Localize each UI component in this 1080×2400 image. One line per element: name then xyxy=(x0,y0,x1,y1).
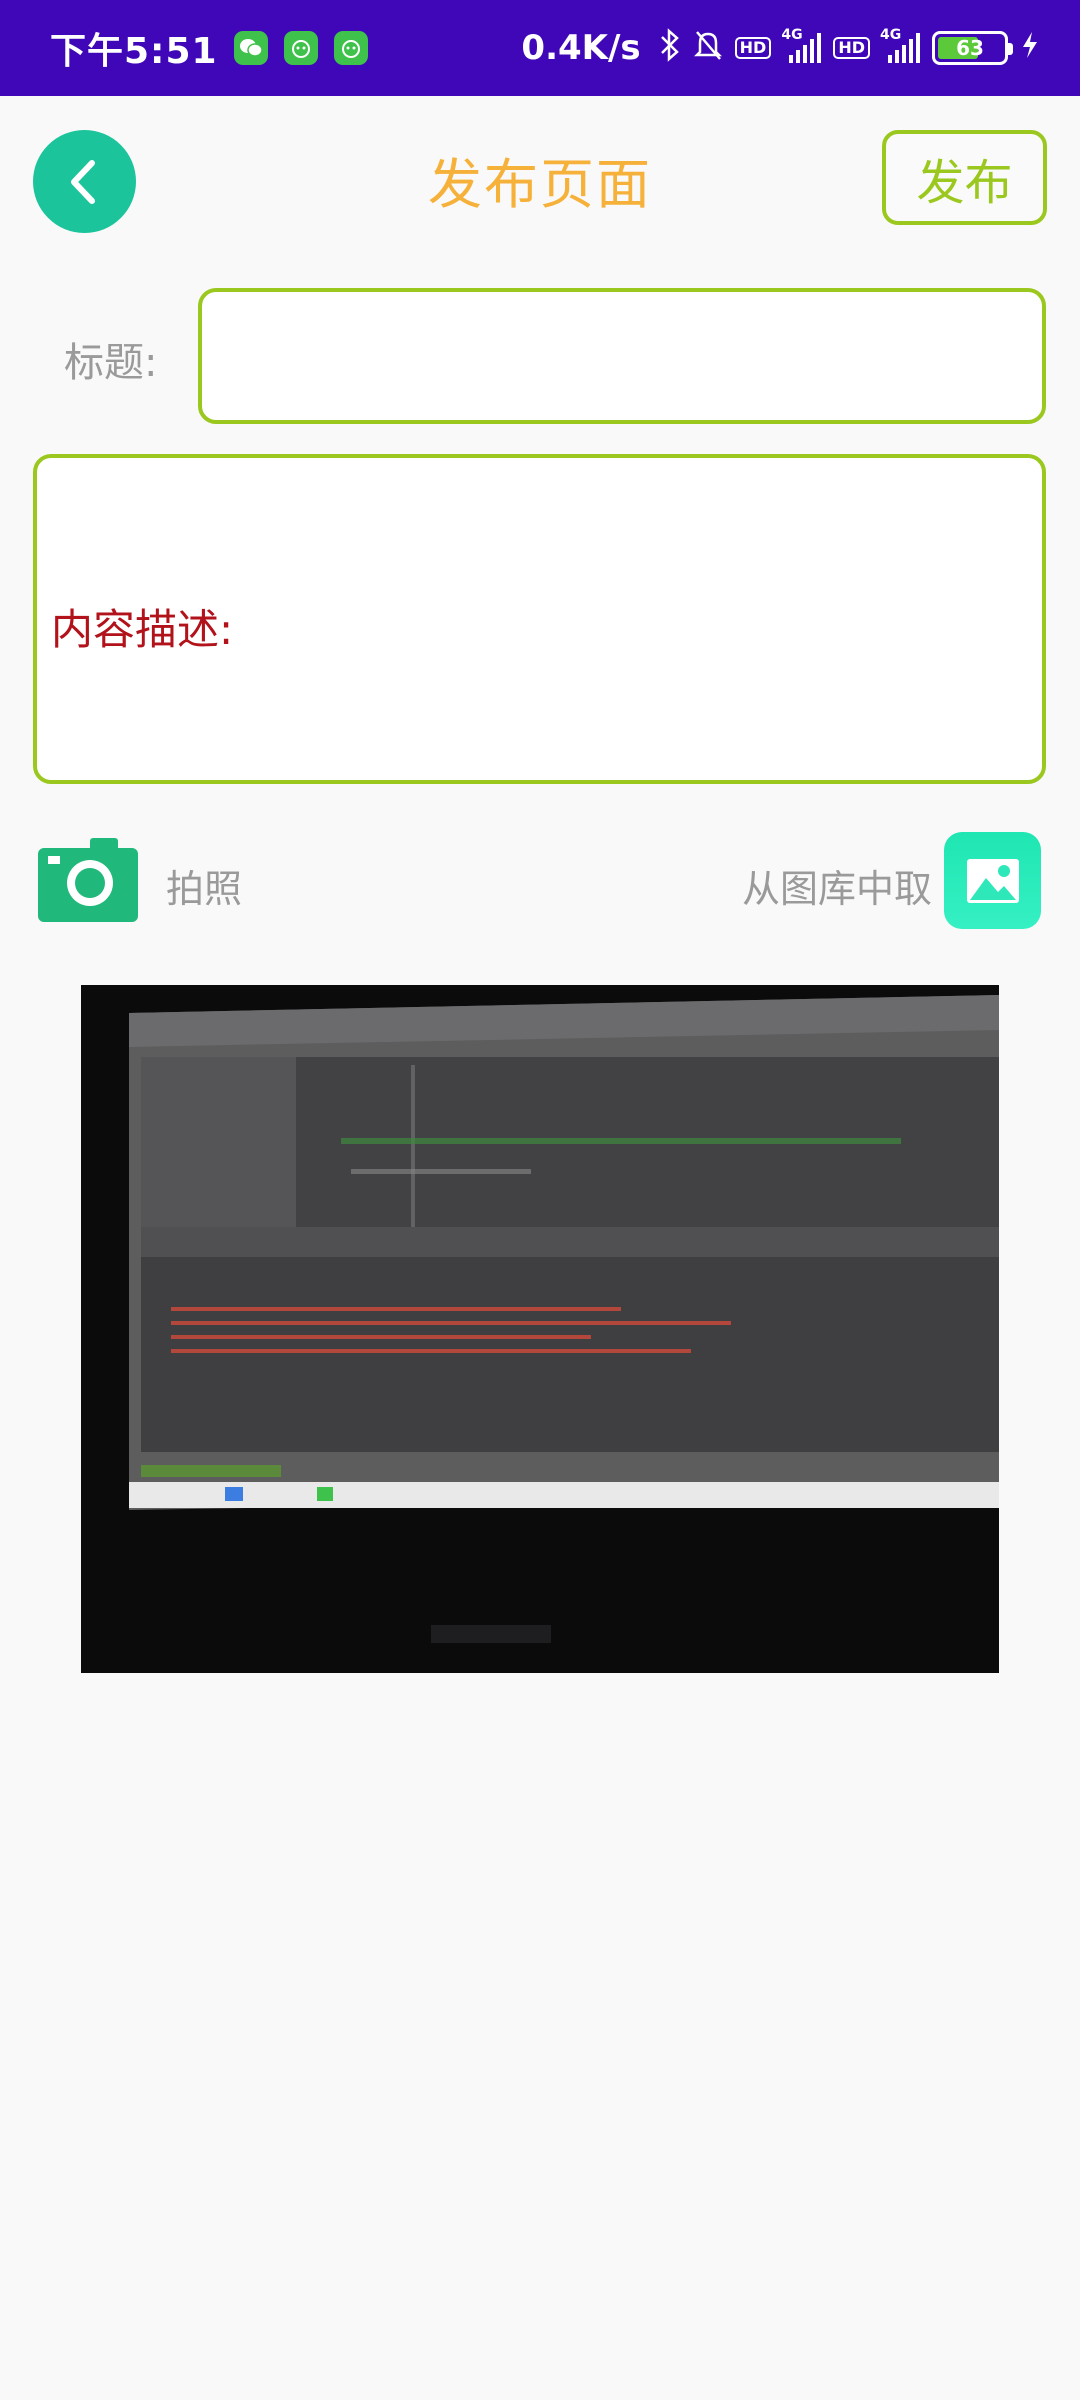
app-icon xyxy=(333,31,368,65)
title-input[interactable] xyxy=(198,288,1046,424)
mute-bell-icon xyxy=(693,28,723,68)
app-icon xyxy=(283,31,318,65)
network-speed: 0.4K/s xyxy=(521,28,641,68)
status-bar: 下午5:51 0.4K/s HD 4G HD 4G 63 xyxy=(0,0,1080,96)
hd-badge: HD xyxy=(833,37,870,59)
camera-label[interactable]: 拍照 xyxy=(166,858,242,913)
hd-badge: HD xyxy=(734,37,772,59)
bluetooth-icon xyxy=(659,28,681,68)
title-label: 标题: xyxy=(64,340,158,386)
status-time: 下午5:51 xyxy=(50,31,218,72)
description-label: 内容描述: xyxy=(51,605,234,654)
photo-preview xyxy=(81,985,999,1673)
description-input[interactable]: 内容描述: xyxy=(33,454,1046,784)
publish-button[interactable]: 发布 xyxy=(882,130,1047,225)
signal-icon: 4G xyxy=(880,27,920,63)
wechat-icon xyxy=(233,31,268,65)
gallery-label[interactable]: 从图库中取 xyxy=(742,858,932,913)
battery-icon: 63 xyxy=(932,31,1013,65)
charging-icon xyxy=(1020,30,1040,67)
camera-icon[interactable] xyxy=(38,836,138,922)
gallery-icon[interactable] xyxy=(944,832,1041,929)
signal-icon: 4G xyxy=(781,27,822,63)
